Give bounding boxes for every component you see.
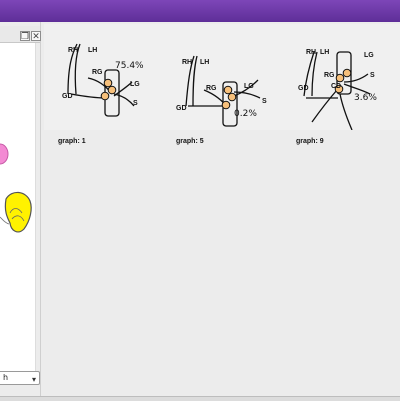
preview-canvas[interactable]: [0, 43, 36, 381]
graph-thumbnail-5[interactable]: RH LH RG LG GD S 0.2% graph: 5: [162, 24, 284, 145]
percentage-label: 0.2%: [234, 109, 257, 119]
percentage-label: 3.6%: [354, 93, 377, 103]
label-cd: CD: [331, 83, 341, 90]
label-gd: GD: [176, 105, 187, 112]
label-s: S: [262, 98, 267, 105]
label-lg: LG: [130, 81, 140, 88]
left-panel: ❐ ✕ h ▾: [0, 22, 41, 400]
label-rg: RG: [206, 85, 217, 92]
yellow-organ-shape: [0, 191, 32, 233]
graph-caption: graph: 1: [58, 138, 86, 145]
label-rg: RG: [92, 69, 103, 76]
application-window: ❐ ✕ h ▾ RH LH RG LG GD S 75.4% graph: 1 …: [0, 22, 400, 401]
graph-image-5: RH LH RG LG GD S 0.2%: [162, 24, 284, 130]
label-rg: RG: [324, 72, 335, 79]
graph-thumbnail-9[interactable]: RH LH RG LG GD S CD 3.6% graph: 9: [282, 24, 400, 145]
label-lh: LH: [200, 59, 209, 66]
graph-thumbnail-1[interactable]: RH LH RG LG GD S 75.4% graph: 1: [44, 24, 166, 145]
label-gd: GD: [62, 93, 73, 100]
graph-caption: graph: 5: [176, 138, 204, 145]
label-rh: RH: [68, 47, 78, 54]
label-lh: LH: [320, 49, 329, 56]
graph-gallery: RH LH RG LG GD S 75.4% graph: 1 RH LH RG…: [41, 22, 400, 400]
chevron-down-icon[interactable]: ▾: [32, 374, 36, 386]
horizontal-scrollbar[interactable]: [0, 396, 400, 401]
graph-caption: graph: 9: [296, 138, 324, 145]
label-s: S: [133, 100, 138, 107]
label-lg: LG: [244, 83, 254, 90]
label-lh: LH: [88, 47, 97, 54]
left-panel-header: ❐ ✕: [0, 26, 41, 43]
pink-organ-shape: [0, 143, 9, 165]
selector-dropdown[interactable]: h ▾: [0, 371, 40, 385]
graph-image-1: RH LH RG LG GD S 75.4%: [44, 24, 166, 130]
label-rh: RH: [306, 49, 316, 56]
label-lg: LG: [364, 52, 374, 59]
label-rh: RH: [182, 59, 192, 66]
graph-image-9: RH LH RG LG GD S CD 3.6%: [282, 24, 400, 130]
selector-value: h: [3, 373, 9, 382]
window-title-bar[interactable]: [0, 0, 400, 23]
label-gd: GD: [298, 85, 309, 92]
close-icon[interactable]: ✕: [31, 31, 41, 42]
label-s: S: [370, 72, 375, 79]
restore-icon[interactable]: ❐: [20, 31, 30, 42]
percentage-label: 75.4%: [115, 61, 144, 71]
